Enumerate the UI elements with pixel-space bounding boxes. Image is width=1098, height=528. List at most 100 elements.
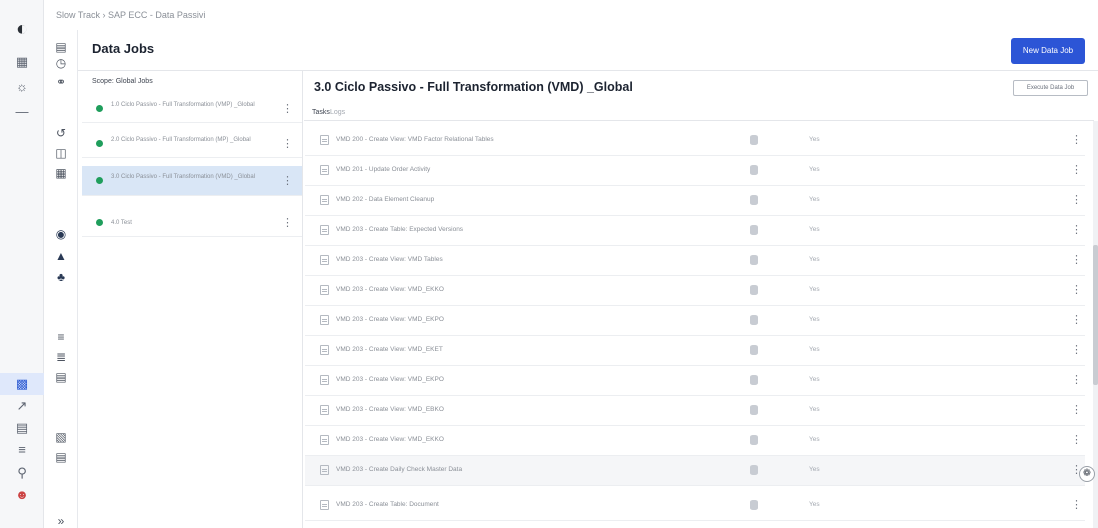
task-row[interactable]: VMD 203 - Create Table: Document Yes ⋮: [305, 491, 1085, 521]
grid-small-icon[interactable]: ▦: [44, 166, 78, 180]
double-chevron-icon[interactable]: »: [44, 514, 78, 528]
task-row[interactable]: VMD 202 - Data Element Cleanup Yes ⋮: [305, 186, 1085, 216]
database-icon: [750, 255, 758, 265]
breadcrumb[interactable]: Slow Track › SAP ECC - Data Passivi: [56, 10, 205, 20]
more-icon[interactable]: ⋮: [282, 174, 293, 187]
task-row[interactable]: VMD 203 - Create View: VMD_EKKO Yes ⋮: [305, 426, 1085, 456]
tab-tasks[interactable]: Tasks: [312, 109, 330, 116]
job-item[interactable]: 2.0 Ciclo Passivo - Full Transformation …: [82, 130, 302, 158]
profile-icon[interactable]: ☻: [0, 487, 44, 502]
task-name: VMD 203 - Create Table: Expected Version…: [336, 226, 464, 233]
doc-icon[interactable]: ▤: [44, 40, 78, 54]
table-icon[interactable]: ≡: [44, 330, 78, 344]
task-name: VMD 202 - Data Element Cleanup: [336, 196, 435, 203]
database-icon[interactable]: ◉: [44, 227, 78, 241]
node-icon[interactable]: ⚭: [44, 75, 78, 89]
job-title: 3.0 Ciclo Passivo - Full Transformation …: [314, 80, 633, 94]
job-item[interactable]: 4.0 Test ⋮: [82, 209, 302, 237]
database-icon: [750, 435, 758, 445]
more-icon[interactable]: ⋮: [1071, 253, 1082, 266]
more-icon[interactable]: ⋮: [1071, 403, 1082, 416]
more-icon[interactable]: ⋮: [1071, 373, 1082, 386]
more-icon[interactable]: ⋮: [282, 216, 293, 229]
tab-logs[interactable]: Logs: [330, 109, 345, 116]
flow-icon[interactable]: ↺: [44, 126, 78, 140]
list-icon[interactable]: ▤: [0, 420, 44, 436]
task-name: VMD 203 - Create View: VMD_EBKO: [336, 406, 444, 413]
database-icon: [750, 465, 758, 475]
task-name: VMD 201 - Update Order Activity: [336, 166, 431, 173]
status-dot: [96, 177, 103, 184]
sort-icon[interactable]: ≣: [44, 350, 78, 364]
tag-icon[interactable]: ▩: [0, 373, 44, 395]
task-status: Yes: [809, 226, 820, 233]
more-icon[interactable]: ⋮: [282, 137, 293, 150]
task-row[interactable]: VMD 203 - Create View: VMD_EBKO Yes ⋮: [305, 396, 1085, 426]
status-dot: [96, 140, 103, 147]
more-icon[interactable]: ⋮: [1071, 223, 1082, 236]
status-dot: [96, 105, 103, 112]
database-icon: [750, 500, 758, 510]
more-icon[interactable]: ⋮: [282, 102, 293, 115]
more-icon[interactable]: ⋮: [1071, 343, 1082, 356]
page-title: Data Jobs: [92, 41, 155, 56]
grid-icon[interactable]: ▦: [0, 54, 44, 70]
job-item-selected[interactable]: 3.0 Ciclo Passivo - Full Transformation …: [82, 166, 302, 196]
share-icon[interactable]: ☼: [0, 79, 44, 94]
external-link-icon[interactable]: ↗: [0, 398, 44, 414]
tab-divider: [304, 120, 1094, 121]
job-name: 1.0 Ciclo Passivo - Full Transformation …: [111, 102, 255, 108]
new-data-job-button[interactable]: New Data Job: [1011, 38, 1085, 64]
help-widget-icon[interactable]: ❁: [1079, 466, 1095, 482]
calendar-icon[interactable]: ▧: [44, 430, 78, 444]
task-icon: [320, 435, 329, 445]
task-row[interactable]: VMD 203 - Create View: VMD_EKET Yes ⋮: [305, 336, 1085, 366]
more-icon[interactable]: ⋮: [1071, 133, 1082, 146]
execute-data-job-button[interactable]: Execute Data Job: [1013, 80, 1088, 96]
layers-icon[interactable]: ▤: [44, 370, 78, 384]
task-name: VMD 203 - Create View: VMD_EKKO: [336, 286, 444, 293]
logo-icon[interactable]: ◐: [0, 18, 44, 41]
minus-icon[interactable]: —: [0, 104, 44, 119]
task-status: Yes: [809, 196, 820, 203]
more-icon[interactable]: ⋮: [1071, 193, 1082, 206]
book-icon[interactable]: ◫: [44, 146, 78, 160]
task-row[interactable]: VMD 203 - Create View: VMD_EKPO Yes ⋮: [305, 306, 1085, 336]
filter-icon[interactable]: ≡: [0, 442, 44, 457]
task-row[interactable]: VMD 203 - Create Table: Expected Version…: [305, 216, 1085, 246]
task-icon: [320, 165, 329, 175]
chart-icon[interactable]: ▤: [44, 450, 78, 464]
clock-icon[interactable]: ◷: [44, 56, 78, 70]
more-icon[interactable]: ⋮: [1071, 163, 1082, 176]
jobs-panel: Scope: Global Jobs 1.0 Ciclo Passivo - F…: [82, 71, 303, 528]
task-row[interactable]: VMD 203 - Create View: VMD_EKPO Yes ⋮: [305, 366, 1085, 396]
person-icon[interactable]: ▲: [44, 249, 78, 263]
more-icon[interactable]: ⋮: [1071, 433, 1082, 446]
task-status: Yes: [809, 376, 820, 383]
job-item[interactable]: 1.0 Ciclo Passivo - Full Transformation …: [82, 95, 302, 123]
top-bar: Slow Track › SAP ECC - Data Passivi: [0, 0, 1098, 30]
primary-icon-rail: ◐ ▦ ☼ — ▩ ↗ ▤ ≡ ⚲ ☻: [0, 0, 44, 528]
task-row[interactable]: VMD 203 - Create Daily Check Master Data…: [305, 456, 1085, 486]
task-row[interactable]: VMD 203 - Create View: VMD_EKKO Yes ⋮: [305, 276, 1085, 306]
task-name: VMD 203 - Create View: VMD Tables: [336, 256, 443, 263]
task-row[interactable]: VMD 200 - Create View: VMD Factor Relati…: [305, 126, 1085, 156]
more-icon[interactable]: ⋮: [1071, 498, 1082, 511]
task-name: VMD 203 - Create View: VMD_EKPO: [336, 376, 444, 383]
more-icon[interactable]: ⋮: [1071, 313, 1082, 326]
task-row[interactable]: VMD 201 - Update Order Activity Yes ⋮: [305, 156, 1085, 186]
search-icon[interactable]: ⚲: [0, 465, 44, 481]
task-name: VMD 203 - Create View: VMD_EKPO: [336, 316, 444, 323]
task-icon: [320, 225, 329, 235]
task-icon: [320, 315, 329, 325]
scrollbar-thumb[interactable]: [1093, 245, 1098, 385]
database-icon: [750, 285, 758, 295]
more-icon[interactable]: ⋮: [1071, 283, 1082, 296]
task-row[interactable]: VMD 203 - Create View: VMD Tables Yes ⋮: [305, 246, 1085, 276]
task-name: VMD 203 - Create Daily Check Master Data: [336, 466, 463, 473]
task-icon: [320, 255, 329, 265]
task-name: VMD 203 - Create View: VMD_EKKO: [336, 436, 444, 443]
tree-icon[interactable]: ♣: [44, 270, 78, 284]
database-icon: [750, 405, 758, 415]
task-name: VMD 203 - Create View: VMD_EKET: [336, 346, 443, 353]
